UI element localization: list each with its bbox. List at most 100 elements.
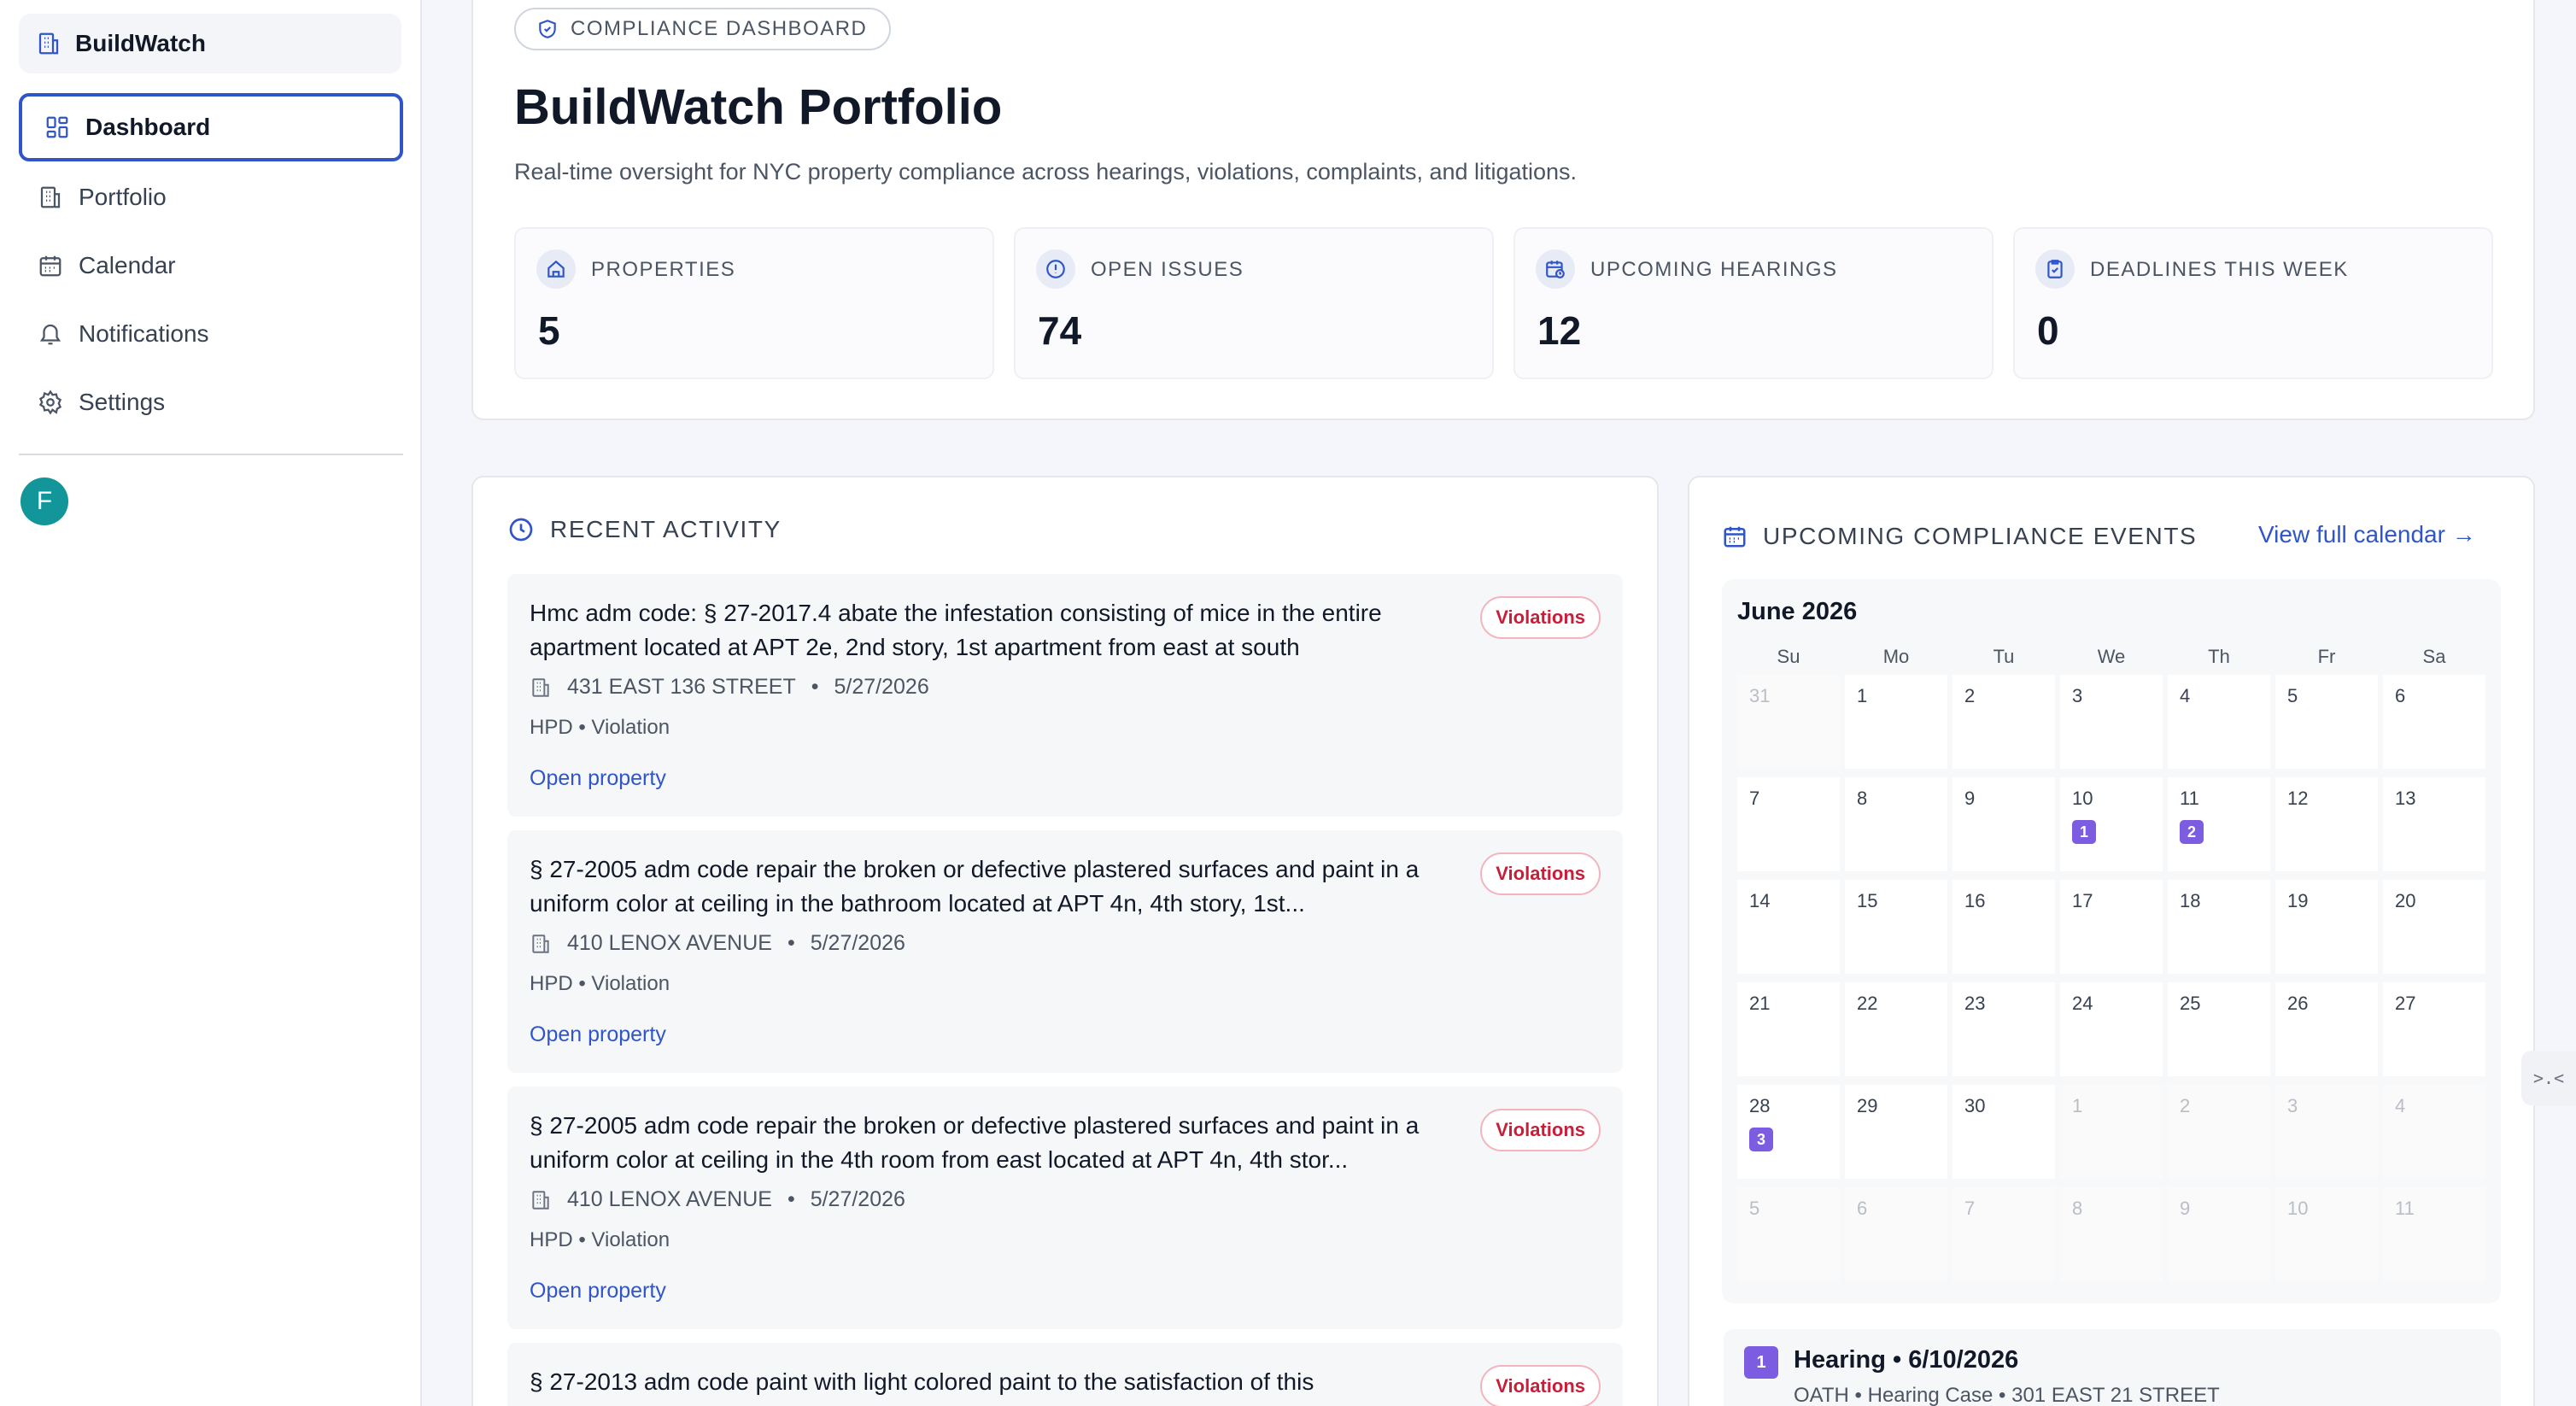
compliance-dashboard-pill: COMPLIANCE DASHBOARD <box>514 8 892 50</box>
alert-circle-icon <box>1036 249 1075 289</box>
calendar-day-cell[interactable]: 11 <box>2383 1187 2485 1281</box>
sidebar-item-label: Calendar <box>79 252 176 278</box>
calendar-day-number: 31 <box>1749 685 1771 706</box>
calendar-day-cell[interactable]: 27 <box>2383 982 2485 1076</box>
event-list-item[interactable]: 1 Hearing • 6/10/2026 OATH • Hearing Cas… <box>1724 1329 2501 1406</box>
calendar-day-cell[interactable]: 5 <box>1737 1187 1840 1281</box>
calendar-day-number: 24 <box>2072 993 2093 1014</box>
calendar-day-number: 30 <box>1964 1095 1986 1116</box>
collapse-panel-button[interactable]: >.< <box>2521 1051 2576 1105</box>
activity-date: 5/27/2026 <box>810 1187 905 1211</box>
calendar-day-cell[interactable]: 26 <box>2275 982 2378 1076</box>
calendar-day-number: 5 <box>1749 1198 1760 1219</box>
calendar-day-cell[interactable]: 5 <box>2275 675 2378 769</box>
calendar-day-number: 11 <box>2180 788 2199 809</box>
calendar-day-number: 6 <box>2395 685 2406 706</box>
calendar-day-cell[interactable]: 7 <box>1737 777 1840 871</box>
calendar-day-cell[interactable]: 4 <box>2168 675 2270 769</box>
calendar-day-number: 18 <box>2180 890 2201 911</box>
weekday-header: Fr <box>2317 646 2336 667</box>
sidebar: BuildWatch Dashboard Portfolio Calendar … <box>0 0 422 1406</box>
page-subtitle: Real-time oversight for NYC property com… <box>514 159 1578 185</box>
calendar-day-number: 19 <box>2287 890 2309 911</box>
calendar-day-cell[interactable]: 9 <box>2168 1187 2270 1281</box>
calendar-day-cell[interactable]: 30 <box>1952 1085 2055 1179</box>
calendar-day-cell[interactable]: 11 2 <box>2168 777 2270 871</box>
calendar-day-number: 21 <box>1749 993 1771 1014</box>
calendar-day-cell[interactable]: 9 <box>1952 777 2055 871</box>
calendar-day-cell[interactable]: 8 <box>1845 777 1947 871</box>
calendar-day-cell[interactable]: 10 1 <box>2060 777 2163 871</box>
calendar-day-cell[interactable]: 3 <box>2275 1085 2378 1179</box>
stat-value: 74 <box>1038 308 1082 353</box>
calendar-day-cell[interactable]: 24 <box>2060 982 2163 1076</box>
activity-address: 431 EAST 136 STREET <box>567 675 796 699</box>
sidebar-item-calendar[interactable]: Calendar <box>19 231 403 300</box>
calendar-day-cell[interactable]: 19 <box>2275 880 2378 974</box>
activity-title: § 27-2005 adm code repair the broken or … <box>530 856 1420 917</box>
calendar-day-cell[interactable]: 8 <box>2060 1187 2163 1281</box>
stat-value: 12 <box>1537 308 1582 353</box>
calendar-day-cell[interactable]: 29 <box>1845 1085 1947 1179</box>
sidebar-item-label: Dashboard <box>85 114 211 140</box>
calendar-day-cell[interactable]: 3 <box>2060 675 2163 769</box>
calendar-day-cell[interactable]: 13 <box>2383 777 2485 871</box>
sidebar-item-notifications[interactable]: Notifications <box>19 300 403 368</box>
calendar-day-cell[interactable]: 20 <box>2383 880 2485 974</box>
activity-item: § 27-2013 adm code paint with light colo… <box>507 1343 1623 1406</box>
calendar-day-cell[interactable]: 2 <box>2168 1085 2270 1179</box>
pill-label: COMPLIANCE DASHBOARD <box>571 17 868 40</box>
activity-type: HPD • Violation <box>530 972 670 995</box>
calendar-day-number: 2 <box>2180 1095 2191 1116</box>
calendar-day-cell[interactable]: 15 <box>1845 880 1947 974</box>
calendar-day-cell[interactable]: 16 <box>1952 880 2055 974</box>
activity-meta: 431 EAST 136 STREET • 5/27/2026 <box>530 675 929 700</box>
calendar-day-cell[interactable]: 4 <box>2383 1085 2485 1179</box>
calendar-day-cell[interactable]: 6 <box>2383 675 2485 769</box>
calendar-day-cell[interactable]: 21 <box>1737 982 1840 1076</box>
activity-title: § 27-2013 adm code paint with light colo… <box>530 1368 1314 1395</box>
calendar-day-number: 8 <box>2072 1198 2083 1219</box>
calendar-event-badge[interactable]: 2 <box>2180 820 2204 844</box>
page-title: BuildWatch Portfolio <box>514 79 1003 135</box>
calendar-clock-icon <box>1536 249 1575 289</box>
calendar-day-cell[interactable]: 6 <box>1845 1187 1947 1281</box>
sidebar-item-dashboard[interactable]: Dashboard <box>19 93 403 161</box>
calendar-day-cell[interactable]: 17 <box>2060 880 2163 974</box>
calendar-day-cell[interactable]: 25 <box>2168 982 2270 1076</box>
stat-value: 5 <box>538 308 560 353</box>
activity-item: Hmc adm code: § 27-2017.4 abate the infe… <box>507 574 1623 817</box>
calendar-day-cell[interactable]: 22 <box>1845 982 1947 1076</box>
calendar-day-cell[interactable]: 28 3 <box>1737 1085 1840 1179</box>
brand[interactable]: BuildWatch <box>19 14 401 73</box>
calendar-day-cell[interactable]: 1 <box>1845 675 1947 769</box>
calendar-day-cell[interactable]: 10 <box>2275 1187 2378 1281</box>
status-badge: Violations <box>1480 852 1601 895</box>
clock-icon <box>509 518 533 542</box>
calendar-day-number: 25 <box>2180 993 2201 1014</box>
open-property-link[interactable]: Open property <box>530 1022 666 1047</box>
activity-item: § 27-2005 adm code repair the broken or … <box>507 830 1623 1073</box>
calendar-day-cell[interactable]: 1 <box>2060 1085 2163 1179</box>
open-property-link[interactable]: Open property <box>530 766 666 791</box>
calendar-event-badge[interactable]: 3 <box>1749 1128 1773 1151</box>
calendar-icon <box>1724 526 1746 548</box>
sidebar-item-settings[interactable]: Settings <box>19 368 403 436</box>
open-property-link[interactable]: Open property <box>530 1279 666 1303</box>
calendar-day-number: 9 <box>1964 788 1976 809</box>
calendar-event-badge[interactable]: 1 <box>2072 820 2096 844</box>
calendar-day-cell[interactable]: 31 <box>1737 675 1840 769</box>
calendar-day-number: 2 <box>1964 685 1976 706</box>
calendar-day-cell[interactable]: 14 <box>1737 880 1840 974</box>
calendar-day-cell[interactable]: 23 <box>1952 982 2055 1076</box>
view-full-calendar-link[interactable]: View full calendar → <box>2258 521 2476 548</box>
sidebar-item-portfolio[interactable]: Portfolio <box>19 163 403 231</box>
calendar-day-cell[interactable]: 2 <box>1952 675 2055 769</box>
calendar-day-number: 7 <box>1749 788 1760 809</box>
calendar-day-number: 13 <box>2395 788 2416 809</box>
calendar-day-cell[interactable]: 18 <box>2168 880 2270 974</box>
avatar[interactable]: F <box>20 477 68 525</box>
calendar-day-cell[interactable]: 7 <box>1952 1187 2055 1281</box>
calendar-day-number: 27 <box>2395 993 2416 1014</box>
calendar-day-cell[interactable]: 12 <box>2275 777 2378 871</box>
